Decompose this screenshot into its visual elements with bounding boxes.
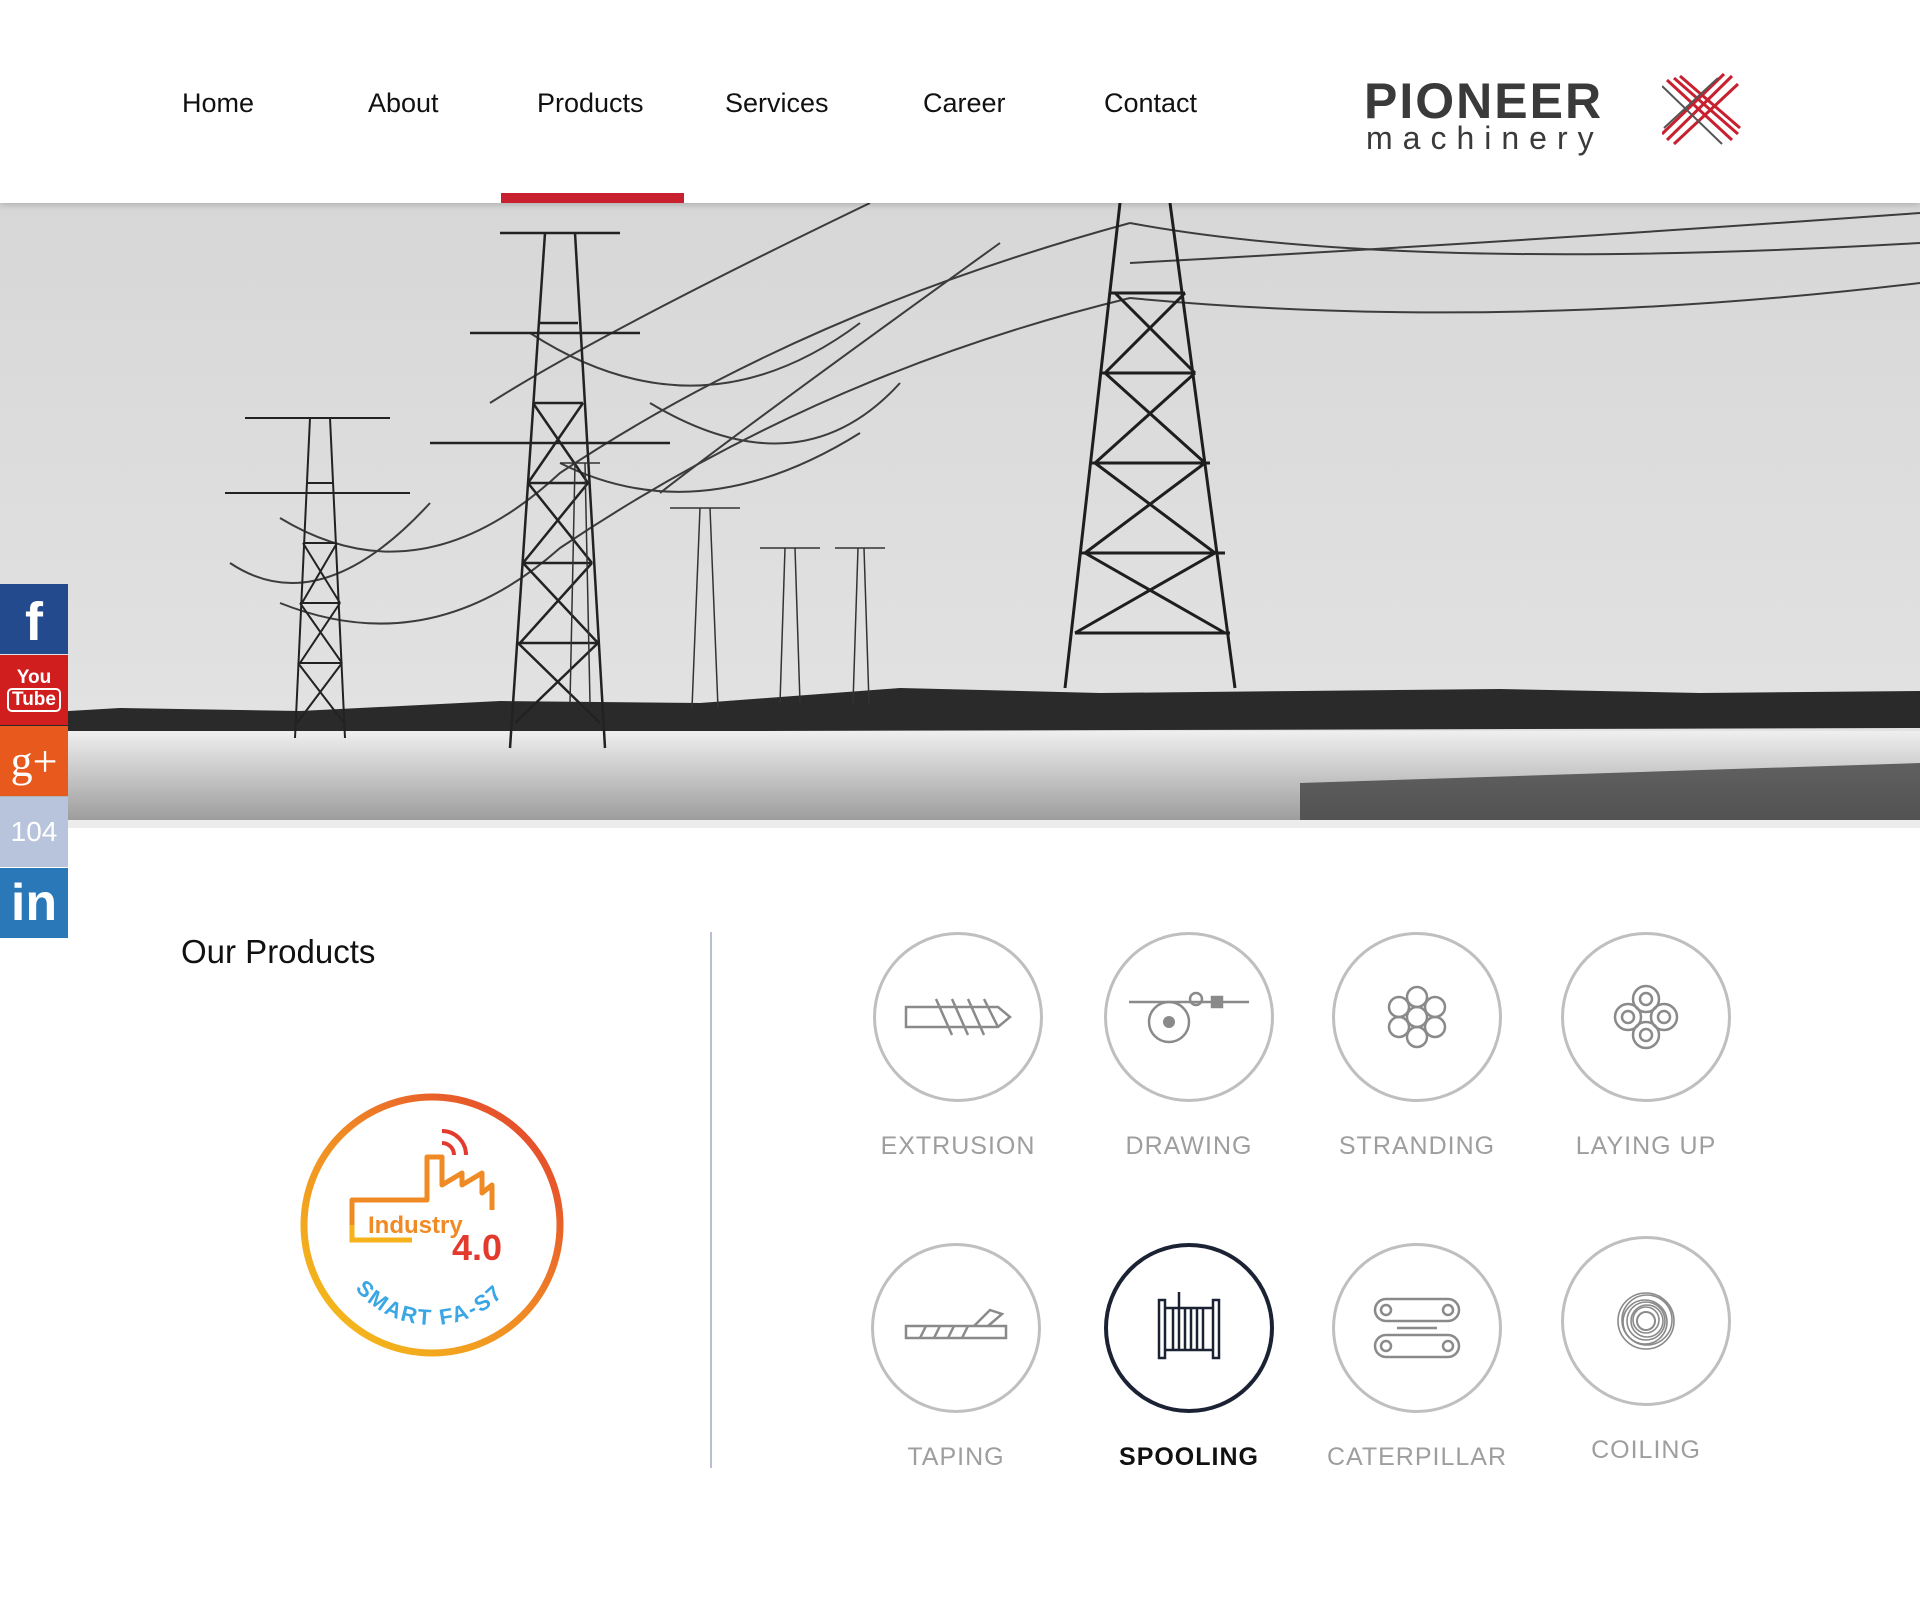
industry-4-badge[interactable]: Industry 4.0 SMART FA-S7 xyxy=(292,1085,572,1365)
product-laying-up[interactable]: LAYING UP xyxy=(1546,932,1746,1192)
badge-arc-text: SMART FA-S7 xyxy=(351,1275,508,1330)
power-lines-image xyxy=(0,203,1920,820)
product-spooling-circle xyxy=(1104,1243,1274,1413)
linkedin-link[interactable]: in xyxy=(0,868,68,938)
product-taping-circle xyxy=(871,1243,1041,1413)
logo-subtext: machinery xyxy=(1366,120,1604,156)
google-plus-icon: g+ xyxy=(10,736,58,786)
product-coiling[interactable]: COILING xyxy=(1546,1236,1746,1496)
industry-4-badge-graphic: Industry 4.0 SMART FA-S7 xyxy=(300,1093,564,1357)
product-label: STRANDING xyxy=(1338,1132,1496,1160)
nav-contact[interactable]: Contact xyxy=(1104,88,1197,119)
section-divider xyxy=(710,932,712,1468)
taping-icon xyxy=(904,1308,1008,1340)
nav-services[interactable]: Services xyxy=(725,88,829,119)
product-laying-up-circle xyxy=(1561,932,1731,1102)
laying-up-icon xyxy=(1613,984,1679,1050)
hero-bottom-strip xyxy=(0,820,1920,828)
google-plus-link[interactable]: g+ xyxy=(0,726,68,796)
product-label: TAPING xyxy=(907,1443,1005,1471)
youtube-icon-bottom: Tube xyxy=(7,688,61,712)
job-bank-104-icon: 104 xyxy=(10,816,58,847)
product-label: LAYING UP xyxy=(1575,1132,1717,1160)
linkedin-icon: in xyxy=(10,874,58,932)
product-coiling-circle xyxy=(1561,1236,1731,1406)
drawing-icon xyxy=(1129,991,1249,1044)
product-label: DRAWING xyxy=(1125,1132,1253,1160)
section-title: Our Products xyxy=(181,933,376,970)
product-label: EXTRUSION xyxy=(880,1132,1036,1160)
nav-about[interactable]: About xyxy=(368,88,439,119)
coiling-icon xyxy=(1617,1292,1675,1350)
product-label: CATERPILLAR xyxy=(1326,1443,1508,1471)
product-stranding-circle xyxy=(1332,932,1502,1102)
product-caterpillar[interactable]: CATERPILLAR xyxy=(1317,1243,1517,1503)
job-bank-104-link[interactable]: 104 xyxy=(0,797,68,867)
product-caterpillar-circle xyxy=(1332,1243,1502,1413)
extrusion-icon xyxy=(904,998,1012,1036)
product-drawing-circle xyxy=(1104,932,1274,1102)
nav-home[interactable]: Home xyxy=(182,88,254,119)
caterpillar-icon xyxy=(1373,1297,1461,1359)
facebook-link[interactable]: f xyxy=(0,584,68,654)
product-stranding[interactable]: STRANDING xyxy=(1317,932,1517,1192)
spooling-icon xyxy=(1157,1292,1221,1360)
product-extrusion[interactable]: EXTRUSION xyxy=(858,932,1058,1192)
pioneer-logo[interactable]: PIONEER machinery xyxy=(1362,70,1742,160)
youtube-link[interactable]: You Tube xyxy=(0,655,68,725)
badge-industry-text: Industry xyxy=(368,1212,463,1239)
youtube-icon-top: You xyxy=(16,667,52,688)
product-drawing[interactable]: DRAWING xyxy=(1089,932,1289,1192)
product-label: SPOOLING xyxy=(1119,1443,1259,1471)
nav-active-indicator xyxy=(501,193,684,203)
logo-x-mark-icon xyxy=(1662,72,1741,146)
site-header: Home About Products Services Career Cont… xyxy=(0,0,1920,203)
nav-products[interactable]: Products xyxy=(537,88,644,119)
stranding-icon xyxy=(1387,985,1447,1049)
product-label: COILING xyxy=(1591,1436,1701,1464)
badge-version-text: 4.0 xyxy=(452,1227,502,1268)
hero-banner xyxy=(0,203,1920,820)
nav-career[interactable]: Career xyxy=(923,88,1006,119)
facebook-icon: f xyxy=(25,592,43,652)
product-extrusion-circle xyxy=(873,932,1043,1102)
product-taping[interactable]: TAPING xyxy=(856,1243,1056,1503)
product-spooling[interactable]: SPOOLING xyxy=(1089,1243,1289,1503)
